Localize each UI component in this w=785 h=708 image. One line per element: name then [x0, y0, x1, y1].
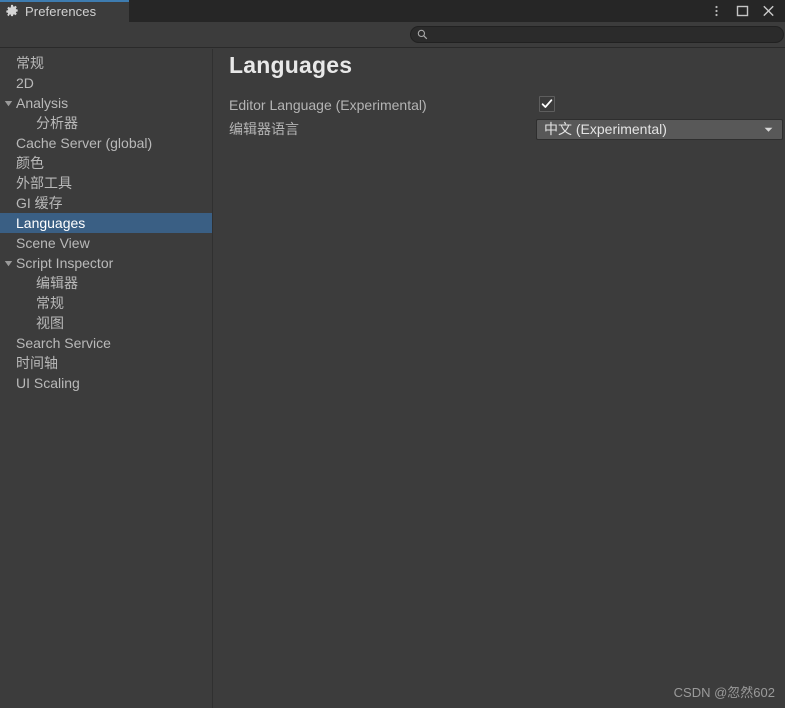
sidebar-item[interactable]: Scene View: [0, 233, 212, 253]
close-icon[interactable]: [762, 4, 775, 18]
settings-tree[interactable]: 常规 2D Analysis 分析器 Cache Server (global) 颜色外部…: [0, 49, 213, 708]
sidebar-item[interactable]: 外部工具: [0, 173, 212, 193]
sidebar-item-label: UI Scaling: [16, 375, 80, 391]
sidebar-item[interactable]: 颜色: [0, 153, 212, 173]
editor-language-label: Editor Language (Experimental): [229, 97, 427, 113]
sidebar-item[interactable]: 常规: [0, 293, 212, 313]
gear-icon: [6, 4, 18, 17]
sidebar-item-label: 常规: [36, 295, 64, 311]
sidebar-item-label: Languages: [16, 215, 86, 231]
sidebar-item-label: 时间轴: [16, 355, 58, 371]
sidebar-item[interactable]: Analysis: [0, 93, 212, 113]
page-title: Languages: [229, 52, 353, 78]
sidebar-item[interactable]: UI Scaling: [0, 373, 212, 393]
sidebar-item[interactable]: 分析器: [0, 113, 212, 133]
foldout-triangle-icon[interactable]: [2, 253, 14, 273]
sidebar-item[interactable]: 编辑器: [0, 273, 212, 293]
sidebar-item-label: 编辑器: [36, 275, 78, 291]
sidebar-item[interactable]: Cache Server (global): [0, 133, 212, 153]
preferences-window: Preferences 常规 2D Analysis 分析器 Cache Ser…: [0, 0, 785, 708]
editor-language-dropdown[interactable]: 中文 (Experimental): [536, 119, 783, 140]
content-area: 常规 2D Analysis 分析器 Cache Server (global) 颜色外部…: [0, 49, 785, 708]
foldout-triangle-icon[interactable]: [2, 93, 14, 113]
window-tabbar: Preferences: [0, 0, 785, 22]
sidebar-item[interactable]: 时间轴: [0, 353, 212, 373]
sidebar-item[interactable]: 常规: [0, 53, 212, 73]
tab-label: Preferences: [25, 3, 97, 19]
sidebar-item-label: Script Inspector: [16, 255, 114, 271]
window-controls: [710, 0, 781, 22]
sidebar-item[interactable]: 2D: [0, 73, 212, 93]
sidebar-item-label: 视图: [36, 315, 64, 331]
sidebar-item-label: Scene View: [16, 235, 90, 251]
sidebar-item-label: Cache Server (global): [16, 135, 153, 151]
sidebar-item[interactable]: 视图: [0, 313, 212, 333]
sidebar-item-label: 外部工具: [16, 175, 72, 191]
sidebar-item[interactable]: Languages: [0, 213, 212, 233]
dropdown-selected-value: 中文 (Experimental): [544, 121, 667, 137]
sidebar-item-label: GI 缓存: [16, 195, 63, 211]
sidebar-item-label: 分析器: [36, 115, 78, 131]
editor-language-cn-row: 编辑器语言 中文 (Experimental): [214, 119, 785, 140]
tab-preferences[interactable]: Preferences: [0, 0, 129, 22]
sidebar-item[interactable]: GI 缓存: [0, 193, 212, 213]
editor-language-row: Editor Language (Experimental): [214, 95, 785, 115]
editor-language-cn-label: 编辑器语言: [229, 121, 299, 137]
settings-panel: Languages Editor Language (Experimental)…: [214, 49, 785, 708]
sidebar-item[interactable]: Search Service: [0, 333, 212, 353]
sidebar-item-label: 颜色: [16, 155, 44, 171]
more-menu-icon[interactable]: [710, 4, 723, 18]
search-field[interactable]: [410, 26, 784, 43]
sidebar-item-label: 2D: [16, 75, 34, 91]
search-input[interactable]: [432, 27, 783, 42]
watermark-text: CSDN @忽然602: [673, 685, 775, 700]
sidebar-item-label: 常规: [16, 55, 44, 71]
checkmark-icon: [541, 99, 553, 108]
sidebar-item-label: Search Service: [16, 335, 111, 351]
chevron-down-icon: [764, 127, 773, 132]
search-icon: [417, 29, 428, 40]
editor-language-checkbox[interactable]: [539, 96, 555, 112]
maximize-icon[interactable]: [736, 4, 749, 18]
sidebar-item[interactable]: Script Inspector: [0, 253, 212, 273]
